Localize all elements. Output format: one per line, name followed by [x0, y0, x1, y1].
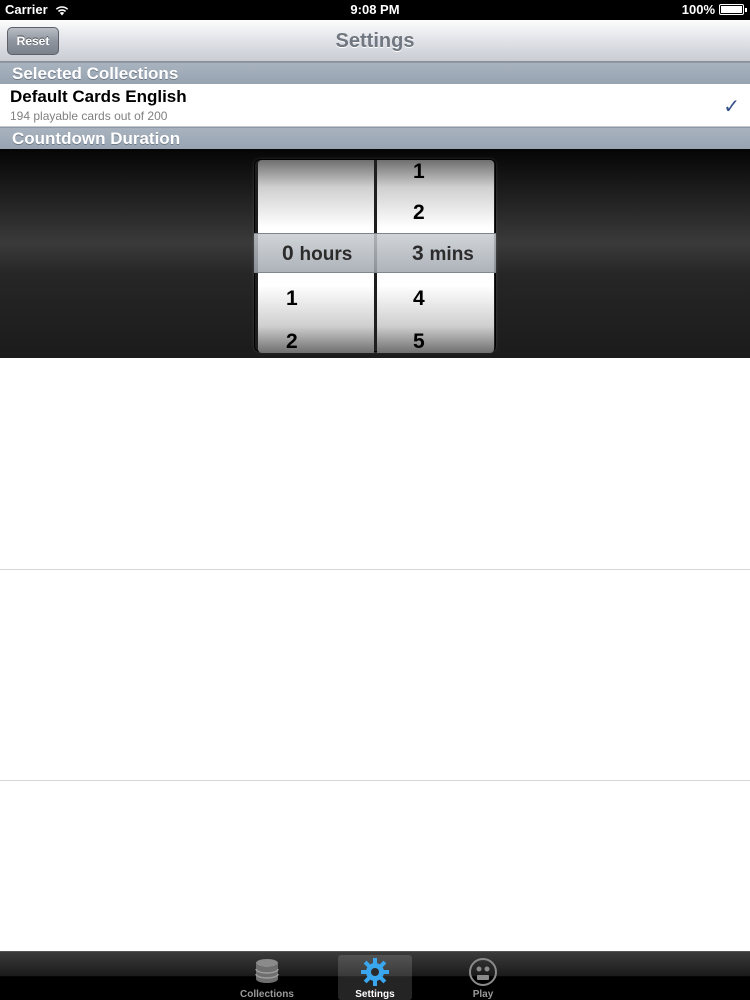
- status-bar: Carrier 9:08 PM 100%: [0, 0, 750, 20]
- mins-option[interactable]: 1: [413, 160, 425, 184]
- battery-percent: 100%: [681, 2, 715, 17]
- hours-option[interactable]: 1: [286, 287, 298, 311]
- mins-option[interactable]: 4: [413, 287, 425, 311]
- mins-unit-label: mins: [429, 244, 474, 265]
- tab-bar: Collections Settings Play: [0, 951, 750, 1000]
- countdown-picker-area: 1 2 1 2 4 5 0 hours 3 mins: [0, 149, 750, 358]
- navigation-bar: Reset Settings: [0, 20, 750, 62]
- hours-selected-value: 0: [282, 242, 294, 265]
- picker-selection-bar: 0 hours 3 mins: [254, 233, 496, 273]
- mins-selected: 3 mins: [412, 242, 474, 266]
- gear-icon: [361, 958, 389, 986]
- hours-selected: 0 hours: [282, 242, 352, 266]
- status-time: 9:08 PM: [350, 2, 400, 17]
- tab-label: Play: [472, 989, 494, 1000]
- battery-icon: [719, 4, 747, 15]
- collection-subtitle: 194 playable cards out of 200: [10, 109, 168, 123]
- tab-label: Settings: [355, 989, 395, 1000]
- face-icon: [469, 958, 497, 986]
- table-separator: [0, 780, 750, 781]
- tab-collections[interactable]: Collections: [230, 955, 304, 1000]
- page-title: Settings: [335, 30, 415, 52]
- table-separator: [0, 569, 750, 570]
- section-header-selected-collections: Selected Collections: [0, 62, 750, 84]
- tab-settings[interactable]: Settings: [338, 955, 412, 1000]
- collection-title: Default Cards English: [10, 87, 187, 106]
- tab-play[interactable]: Play: [446, 955, 520, 1000]
- database-icon: [255, 959, 279, 983]
- checkmark-icon: ✓: [723, 96, 740, 118]
- hours-option[interactable]: 2: [286, 330, 298, 353]
- hours-unit-label: hours: [299, 244, 353, 265]
- battery-group: 100%: [681, 2, 747, 17]
- tab-label: Collections: [240, 989, 294, 1000]
- mins-selected-value: 3: [412, 242, 424, 265]
- section-header-countdown-duration: Countdown Duration: [0, 127, 750, 149]
- collection-row-default-cards[interactable]: Default Cards English 194 playable cards…: [0, 84, 750, 127]
- mins-option[interactable]: 5: [413, 330, 425, 353]
- mins-option[interactable]: 2: [413, 201, 425, 225]
